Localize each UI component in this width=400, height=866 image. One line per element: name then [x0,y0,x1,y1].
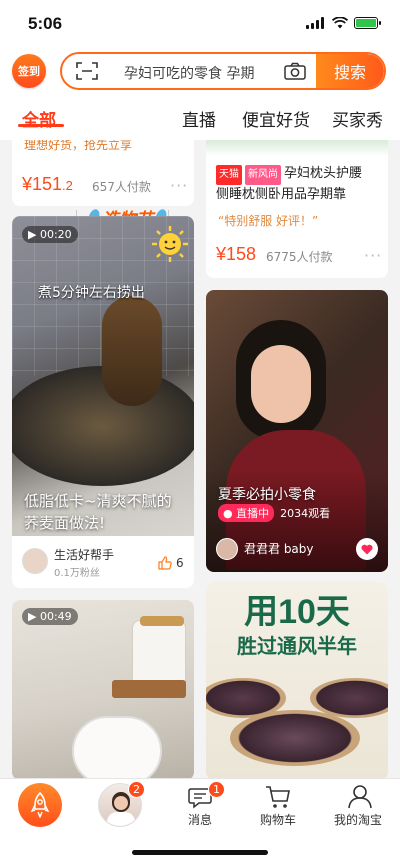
duration-text: 00:20 [39,228,72,241]
tab-bargains[interactable]: 便宜好货 [242,106,310,131]
tab-all[interactable]: 全部 [22,106,56,131]
avatar-body-graphic [107,812,135,826]
author-followers: 0.1万粉丝 [54,568,100,579]
signin-label: 签到 [18,65,40,78]
home-button[interactable] [18,783,62,827]
product-card[interactable]: 理想好货，抢先立享 ¥151.2 657人付款 ··· [12,140,194,206]
more-options-icon[interactable]: ··· [170,176,188,195]
nav-label-messages[interactable]: 消息 [188,811,212,828]
product-title-line2: 侧睡枕侧卧用品孕期靠 [216,187,347,202]
video-card[interactable]: ▶ 00:20 煮5分钟左右捞出 低脂低卡~清爽不腻的 荞麦面做法! 生活好帮手… [12,216,194,588]
author-name[interactable]: 生活好帮手 [54,546,114,563]
scan-icon[interactable] [76,62,98,80]
cart-icon[interactable] [265,785,291,809]
camera-icon[interactable] [284,62,306,80]
thumbs-up-icon[interactable] [158,556,172,570]
tab-buyer-show[interactable]: 买家秀 [332,106,383,131]
search-button[interactable]: 搜索 [316,54,384,88]
battery-icon [354,17,381,29]
video-duration: ▶ 00:20 [22,226,78,243]
video-duration: ▶ 00:49 [22,608,78,625]
tab-live[interactable]: 直播 [182,106,216,131]
live-status: ● 直播中 2034观看 [218,504,330,522]
product-title: 天猫 新风尚 孕妇枕头护腰 侧睡枕侧卧用品孕期靠 [216,164,386,205]
wifi-icon [332,17,348,29]
video-card[interactable]: ▶ 00:49 [12,600,194,780]
status-icons [306,17,381,29]
sold-count: 6775人付款 [266,250,333,264]
live-badge-label: 直播中 [236,507,270,520]
live-card[interactable]: 夏季必拍小零食 ● 直播中 2034观看 君君君 baby [206,290,388,572]
host-name[interactable]: 君君君 baby [244,540,314,557]
video-title-line1: 低脂低卡~清爽不腻的 [24,492,172,510]
search-row: 签到 孕妇可吃的零食 孕期 搜索 [0,50,400,92]
price-integer: ¥151 [22,174,63,194]
product-image-edge [206,140,388,156]
live-title: 夏季必拍小零食 [218,487,316,503]
avatar-face-graphic [114,796,128,810]
grain-bowl-graphic [230,710,360,766]
author-avatar[interactable] [22,548,48,574]
product-price: ¥151.2 [22,174,73,195]
status-bar: 5:06 [0,0,400,46]
ad-subheadline: 胜过通风半年 [237,634,357,658]
host-avatar[interactable] [216,538,238,560]
search-button-label: 搜索 [333,63,366,82]
like-button[interactable] [356,538,378,560]
heart-icon [361,544,373,554]
product-snippet: 理想好货，抢先立享 [24,140,133,152]
product-price: ¥158 [216,244,257,264]
video-caption: 煮5分钟左右捞出 [38,285,145,301]
signal-icon [306,17,326,29]
status-time: 5:06 [28,14,63,33]
tmall-tag: 天猫 [216,165,242,185]
home-indicator [132,850,268,855]
new-trend-tag: 新风尚 [245,165,281,185]
video-thumbnail: ▶ 00:49 [12,600,194,780]
sun-sticker-icon [152,226,188,262]
signin-button[interactable]: 签到 [12,54,46,88]
product-card[interactable]: 用10天 胜过通风半年 [206,582,388,780]
video-title: 低脂低卡~清爽不腻的 荞麦面做法! [24,490,172,534]
tray-graphic [112,680,186,698]
live-badge: ● 直播中 [218,504,275,522]
video-title-line2: 荞麦面做法! [24,514,106,532]
product-title-line1: 孕妇枕头护腰 [284,166,363,181]
search-input[interactable]: 孕妇可吃的零食 孕期 [124,63,254,83]
noodles-graphic [102,296,162,406]
rocket-icon [30,792,50,818]
price-decimal: .2 [62,178,73,193]
product-image: 用10天 胜过通风半年 [206,582,388,780]
viewer-count: 2034观看 [280,507,331,520]
category-tabs: 全部 造物节 直播 便宜好货 买家秀 [0,100,400,230]
nav-label-cart[interactable]: 购物车 [260,811,296,828]
message-badge: 1 [208,781,225,798]
more-options-icon[interactable]: ··· [364,246,382,265]
person-face-graphic [251,345,311,423]
search-box[interactable]: 孕妇可吃的零食 孕期 搜索 [60,52,386,90]
nav-label-my-taobao[interactable]: 我的淘宝 [334,811,382,828]
avatar-badge: 2 [128,781,145,798]
cup-graphic [72,716,162,780]
sold-count: 657人付款 [92,180,151,194]
duration-text: 00:49 [39,610,72,623]
like-count: 6 [176,556,184,570]
user-icon[interactable] [348,784,372,809]
product-card[interactable]: 天猫 新风尚 孕妇枕头护腰 侧睡枕侧卧用品孕期靠 “特别舒服 好评！” ¥158 6… [206,140,388,278]
video-thumbnail: ▶ 00:20 煮5分钟左右捞出 低脂低卡~清爽不腻的 荞麦面做法! [12,216,194,536]
top-header: 5:06 签到 孕妇可吃的零食 孕期 搜索 全部 直播 便宜好货 买家秀 [0,0,400,230]
review-quote: “特别舒服 好评！” [218,214,319,228]
lid-graphic [140,616,184,626]
active-tab-indicator [18,124,64,127]
live-thumbnail: 夏季必拍小零食 ● 直播中 2034观看 君君君 baby [206,290,388,572]
ad-headline: 用10天 [244,593,350,631]
